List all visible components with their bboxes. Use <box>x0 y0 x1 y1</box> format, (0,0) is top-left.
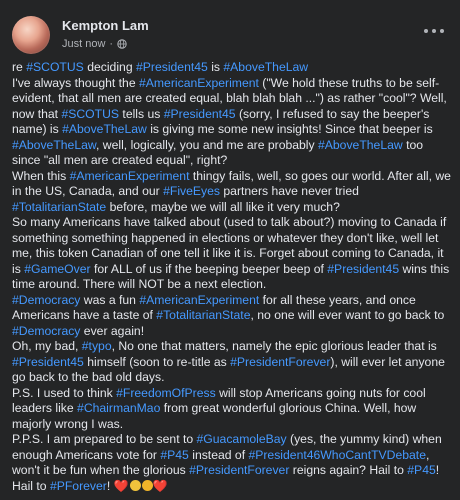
post-paragraph: Oh, my bad, #typo, No one that matters, … <box>12 339 452 386</box>
timestamp[interactable]: Just now <box>62 38 105 50</box>
hashtag-link[interactable]: #Democracy <box>12 324 80 338</box>
post-header: Kempton Lam Just now · <box>12 16 448 56</box>
post-text: , No one that matters, namely the epic g… <box>111 339 437 353</box>
hashtag-link[interactable]: #Democracy <box>12 293 80 307</box>
hashtag-link[interactable]: #P45 <box>407 463 435 477</box>
post-text: himself (soon to re-title as <box>83 354 231 369</box>
post-text: before, maybe we will all like it very m… <box>106 199 340 214</box>
post-paragraph: #Democracy was a fun #AmericanExperiment… <box>12 293 452 340</box>
hashtag-link[interactable]: #AmericanExperiment <box>139 293 259 307</box>
hashtag-link[interactable]: #AmericanExperiment <box>139 76 259 90</box>
post-text: Oh, my bad, <box>12 339 82 353</box>
hashtag-link[interactable]: #typo <box>82 339 112 353</box>
hashtag-link[interactable]: #ChairmanMao <box>77 401 160 415</box>
hashtag-link[interactable]: #PresidentForever <box>230 355 330 369</box>
hashtag-link[interactable]: #PForever <box>50 479 107 493</box>
post-text: reigns again? Hail to <box>289 463 408 477</box>
post-meta: Just now · <box>62 38 127 50</box>
hashtag-link[interactable]: #President45 <box>327 262 399 276</box>
post-text: P.P.S. I am prepared to be sent to <box>12 432 197 446</box>
post-text: ! <box>106 478 114 493</box>
post-text: , well, logically, you and me are probab… <box>96 137 318 152</box>
hashtag-link[interactable]: #President45 <box>136 60 208 74</box>
post-paragraph: I've always thought the #AmericanExperim… <box>12 76 452 169</box>
hashtag-link[interactable]: #AboveTheLaw <box>12 138 96 152</box>
post-paragraph: So many Americans have talked about (use… <box>12 215 452 293</box>
smiley-emoji-icon <box>129 479 141 491</box>
hashtag-link[interactable]: #AboveTheLaw <box>223 60 308 74</box>
post-text: for ALL of us if the beeping beeper beep… <box>90 261 328 276</box>
post-text: deciding <box>83 60 136 74</box>
hashtag-link[interactable]: #AboveTheLaw <box>318 138 403 152</box>
author-name[interactable]: Kempton Lam <box>62 18 149 33</box>
hashtag-link[interactable]: #GameOver <box>24 262 90 276</box>
hashtag-link[interactable]: #SCOTUS <box>26 60 84 74</box>
hashtag-link[interactable]: #FiveEyes <box>163 184 220 198</box>
heart-emoji-icon: ❤️ <box>113 478 129 493</box>
hashtag-link[interactable]: #FreedomOfPress <box>116 386 216 400</box>
post-text: was a fun <box>80 292 140 307</box>
hashtag-link[interactable]: #SCOTUS <box>61 107 119 121</box>
hashtag-link[interactable]: #P45 <box>160 448 188 462</box>
post-text: is giving me some new insights! Since th… <box>146 122 433 136</box>
post-paragraph: re #SCOTUS deciding #President45 is #Abo… <box>12 60 452 76</box>
post-paragraph: When this #AmericanExperiment thingy fai… <box>12 169 452 216</box>
globe-icon[interactable] <box>117 39 127 49</box>
post-text: P.S. I used to think <box>12 385 117 400</box>
post-text: When this <box>12 168 70 183</box>
post-paragraph: P.S. I used to think #FreedomOfPress wil… <box>12 386 452 433</box>
heart-emoji-icon: ❤️ <box>152 478 168 493</box>
post-text: tells us <box>119 106 164 121</box>
post-text: instead of <box>188 447 249 462</box>
post-text: I've always thought the <box>12 75 139 90</box>
post-text: is <box>207 60 224 74</box>
facebook-post: Kempton Lam Just now · re #SCOTUS decidi… <box>0 0 460 500</box>
post-paragraph: P.P.S. I am prepared to be sent to #Guac… <box>12 432 452 494</box>
smiley-emoji-icon <box>141 479 153 491</box>
more-options-icon[interactable] <box>424 24 444 38</box>
hashtag-link[interactable]: #TotalitarianState <box>156 308 250 322</box>
hashtag-link[interactable]: #President45 <box>164 107 236 121</box>
hashtag-link[interactable]: #PresidentForever <box>189 463 289 477</box>
post-text: ever again! <box>80 323 145 338</box>
hashtag-link[interactable]: #President46WhoCantTVDebate <box>248 448 426 462</box>
post-text: , no one will ever want to go back to <box>250 308 445 322</box>
hashtag-link[interactable]: #President45 <box>12 355 84 369</box>
post-text: partners have never tried <box>220 184 359 198</box>
meta-separator: · <box>109 38 114 50</box>
hashtag-link[interactable]: #TotalitarianState <box>12 200 106 214</box>
post-text: re <box>12 60 27 74</box>
hashtag-link[interactable]: #AboveTheLaw <box>62 122 147 136</box>
post-body: re #SCOTUS deciding #President45 is #Abo… <box>12 60 452 494</box>
avatar[interactable] <box>12 16 50 54</box>
hashtag-link[interactable]: #GuacamoleBay <box>197 432 287 446</box>
hashtag-link[interactable]: #AmericanExperiment <box>70 169 190 183</box>
